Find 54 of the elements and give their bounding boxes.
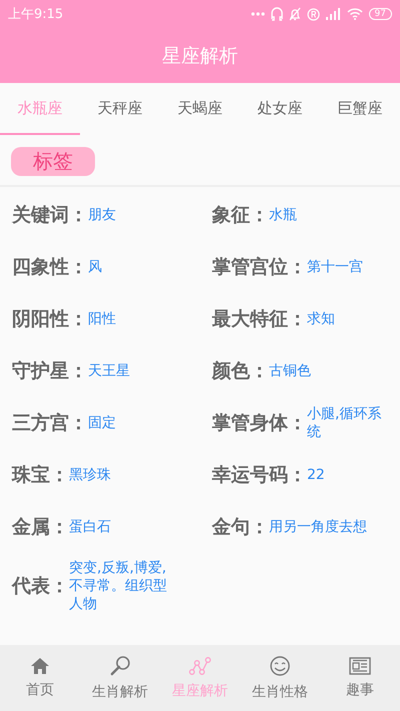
field-label: 颜色： <box>212 359 269 384</box>
signal-icon <box>326 8 341 20</box>
wifi-icon <box>346 8 363 20</box>
field-label: 金句： <box>212 515 269 540</box>
field-value: 求知 <box>307 310 336 328</box>
field-value: 阳性 <box>88 310 117 328</box>
newspaper-icon <box>349 657 371 675</box>
field-value: 风 <box>88 258 103 276</box>
nav-tab[interactable]: 生肖性格 <box>240 645 320 711</box>
battery-indicator: 97 <box>368 8 392 20</box>
tag-label: 标签 <box>11 147 95 176</box>
home-icon <box>30 657 50 675</box>
field-value: 小腿,循环系统 <box>307 404 382 442</box>
smiley-icon <box>269 655 291 677</box>
field-label: 掌管身体： <box>212 411 307 436</box>
field-label: 最大特征： <box>212 307 307 332</box>
field-label: 幸运号码： <box>212 463 307 488</box>
registered-icon <box>306 8 320 20</box>
field-value: 黑珍珠 <box>69 466 112 484</box>
field-label: 掌管宫位： <box>212 255 307 280</box>
search-icon <box>109 655 131 677</box>
field-value: 22 <box>307 466 326 484</box>
field-label: 四象性： <box>12 255 88 280</box>
field-value: 古铜色 <box>269 362 312 380</box>
field-label: 代表： <box>12 574 69 600</box>
field-label: 关键词： <box>12 203 88 228</box>
zodiac-tab[interactable]: 天秤座 <box>80 83 160 135</box>
page-title: 星座解析 <box>162 44 238 68</box>
nav-tab[interactable]: 首页 <box>0 645 80 711</box>
field-value: 第十一宫 <box>307 258 364 276</box>
field-value: 蛋白石 <box>69 518 112 536</box>
nodes-icon <box>188 656 212 676</box>
headphones-icon <box>270 7 283 21</box>
clock-time: 上午9:15 <box>8 6 64 23</box>
field-value: 天王星 <box>88 362 131 380</box>
field-label: 三方宫： <box>12 411 88 436</box>
field-value: 固定 <box>88 414 117 432</box>
field-value: 水瓶 <box>269 206 298 224</box>
field-label: 金属： <box>12 515 69 540</box>
zodiac-tab[interactable]: 处女座 <box>240 83 320 135</box>
zodiac-tab[interactable]: 水瓶座 <box>0 83 80 135</box>
zodiac-tab[interactable]: 巨蟹座 <box>320 83 400 135</box>
field-label: 珠宝： <box>12 463 69 488</box>
field-label: 阴阳性： <box>12 307 88 332</box>
nav-tab[interactable]: 趣事 <box>320 645 400 711</box>
nav-tab[interactable]: 生肖解析 <box>80 645 160 711</box>
field-value: 朋友 <box>88 206 117 224</box>
zodiac-tab[interactable]: 天蝎座 <box>160 83 240 135</box>
field-label: 象征： <box>212 203 269 228</box>
field-value: 突变,反叛,博爱,不寻常。组织型人物 <box>69 559 168 614</box>
field-value: 用另一角度去想 <box>269 518 368 536</box>
field-label: 守护星： <box>12 359 88 384</box>
dots-icon <box>250 12 265 16</box>
muted-bell-icon <box>288 7 301 21</box>
